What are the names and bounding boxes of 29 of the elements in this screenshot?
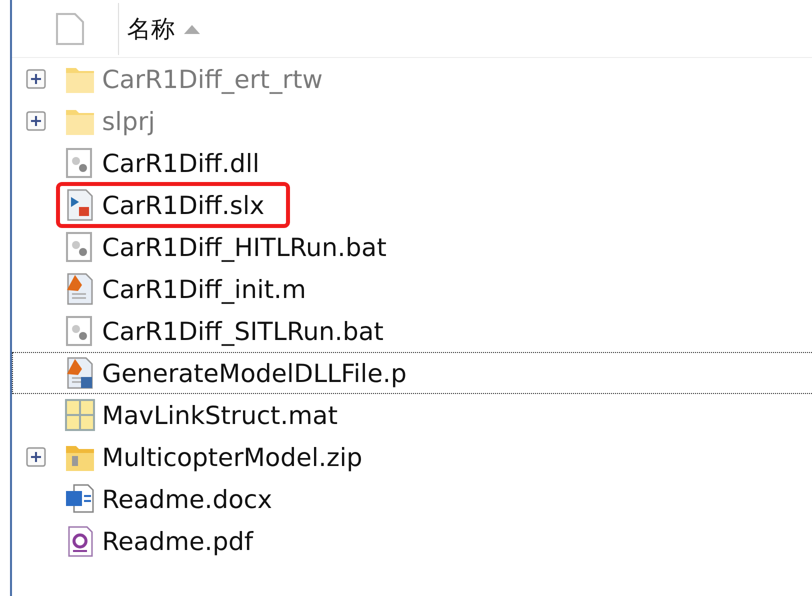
file-name: CarR1Diff_ert_rtw [102, 64, 323, 94]
focused-file-row[interactable]: GenerateModelDLLFile.p [12, 352, 812, 394]
file-name: CarR1Diff_SITLRun.bat [102, 316, 384, 346]
file-row[interactable]: CarR1Diff_HITLRun.bat [12, 226, 812, 268]
file-icon [55, 12, 85, 46]
file-row[interactable]: MavLinkStruct.mat [12, 394, 812, 436]
file-name: Readme.docx [102, 484, 272, 514]
file-row[interactable]: Readme.docx [12, 478, 812, 520]
expand-icon[interactable] [26, 111, 46, 131]
file-row[interactable]: CarR1Diff.slx [12, 184, 812, 226]
file-row[interactable]: CarR1Diff_SITLRun.bat [12, 310, 812, 352]
file-name: CarR1Diff.slx [102, 190, 264, 220]
file-name: CarR1Diff_init.m [102, 274, 306, 304]
file-name: MavLinkStruct.mat [102, 400, 338, 430]
file-row[interactable]: MulticopterModel.zip [12, 436, 812, 478]
file-row[interactable]: CarR1Diff_init.m [12, 268, 812, 310]
file-name: slprj [102, 106, 156, 136]
file-row[interactable]: CarR1Diff.dll [12, 142, 812, 184]
file-name: Readme.pdf [102, 526, 254, 556]
expand-icon[interactable] [26, 447, 46, 467]
file-name: CarR1Diff_HITLRun.bat [102, 232, 386, 262]
file-name: MulticopterModel.zip [102, 442, 362, 472]
file-row[interactable]: slprj [12, 100, 812, 142]
file-name: CarR1Diff.dll [102, 148, 260, 178]
file-name: GenerateModelDLLFile.p [102, 358, 407, 388]
expand-icon[interactable] [26, 69, 46, 89]
file-row[interactable]: CarR1Diff_ert_rtw [12, 58, 812, 100]
name-column-header[interactable]: 名称 [127, 12, 175, 44]
file-row[interactable]: Readme.pdf [12, 520, 812, 562]
